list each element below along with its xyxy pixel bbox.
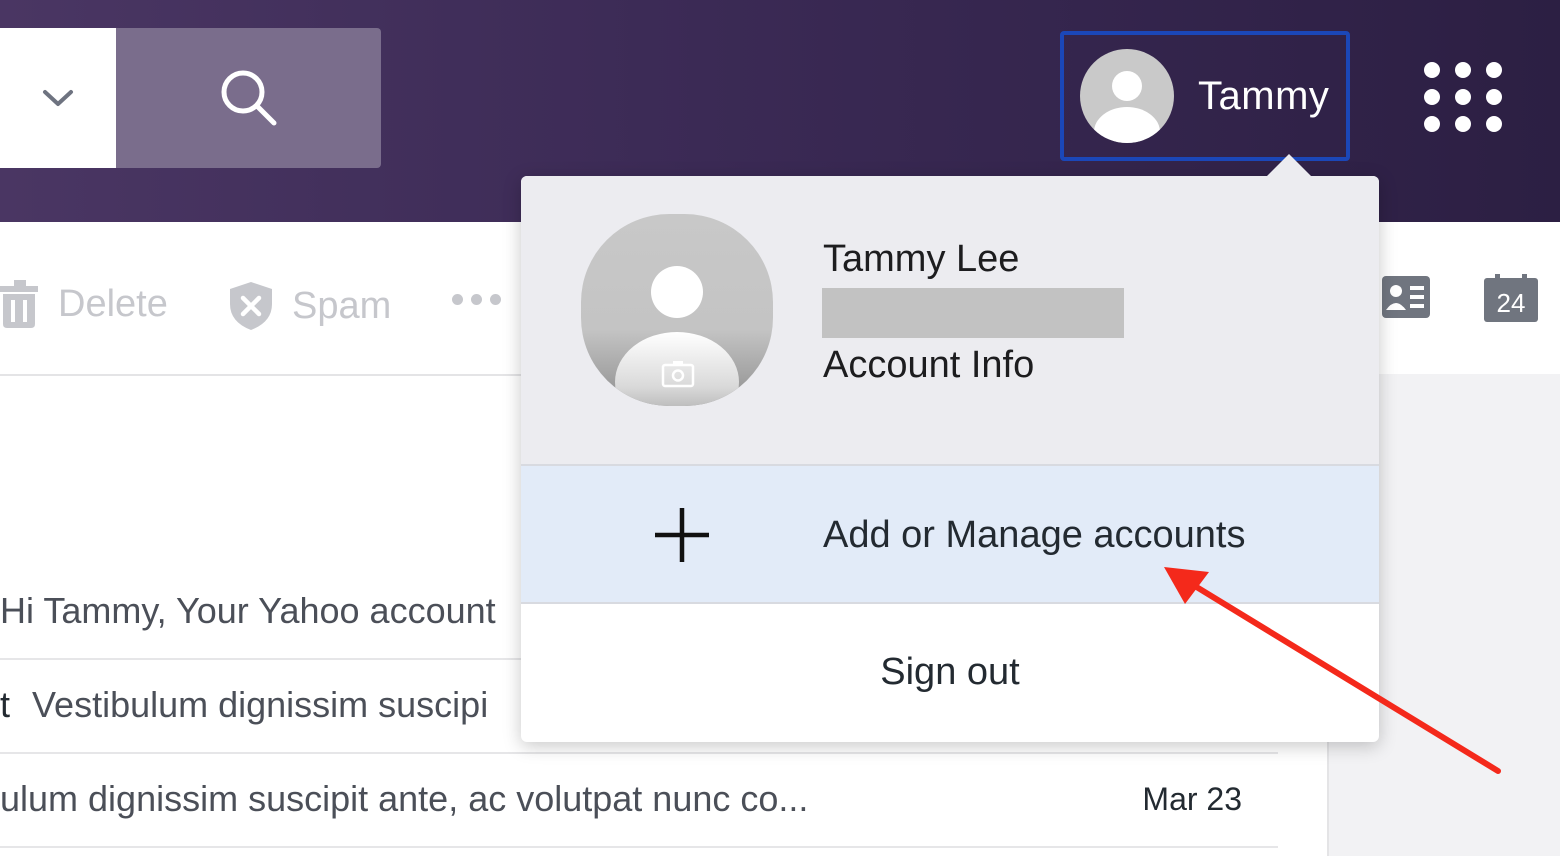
search-scope-dropdown[interactable] xyxy=(0,28,116,168)
delete-button[interactable]: Delete xyxy=(0,280,168,328)
plus-icon xyxy=(655,508,709,562)
message-snippet: ulum dignissim suscipit ante, ac volutpa… xyxy=(0,778,809,819)
calendar-day: 24 xyxy=(1496,288,1526,318)
calendar-icon[interactable]: 24 xyxy=(1484,274,1538,327)
search-button[interactable] xyxy=(116,28,381,168)
account-menu: Tammy Lee Account Info Add or Manage acc… xyxy=(521,154,1379,742)
search-icon xyxy=(221,70,276,126)
profile-name: Tammy xyxy=(1198,73,1330,118)
message-snippet: Hi Tammy, Your Yahoo account xyxy=(0,590,496,631)
account-summary: Tammy Lee Account Info xyxy=(521,176,1379,466)
profile-button[interactable]: Tammy xyxy=(1060,31,1350,161)
avatar xyxy=(1080,49,1174,143)
message-sender: t xyxy=(0,684,11,725)
message-date: Mar 23 xyxy=(1142,780,1242,817)
chevron-down-icon xyxy=(43,90,73,106)
spam-label: Spam xyxy=(292,284,392,327)
contacts-icon[interactable] xyxy=(1382,276,1430,323)
redacted-email xyxy=(822,288,1124,338)
trash-icon xyxy=(0,280,38,328)
manage-accounts-label: Add or Manage accounts xyxy=(823,514,1246,556)
sign-out-button[interactable]: Sign out xyxy=(521,604,1379,740)
delete-label: Delete xyxy=(58,282,168,325)
manage-accounts-item[interactable]: Add or Manage accounts xyxy=(521,466,1379,604)
sign-out-label: Sign out xyxy=(880,650,1020,693)
shield-x-icon xyxy=(230,282,272,330)
account-full-name: Tammy Lee xyxy=(823,238,1020,280)
dropdown-caret xyxy=(1265,154,1313,178)
list-item[interactable]: ulum dignissim suscipit ante, ac volutpa… xyxy=(0,752,1278,848)
message-snippet: Vestibulum dignissim suscipi xyxy=(32,684,489,725)
camera-icon xyxy=(661,361,695,388)
more-dots-icon[interactable] xyxy=(452,294,509,305)
account-info-link[interactable]: Account Info xyxy=(823,344,1034,387)
account-avatar[interactable] xyxy=(581,214,773,406)
apps-grid-icon[interactable] xyxy=(1424,62,1502,134)
spam-button[interactable]: Spam xyxy=(228,280,391,332)
